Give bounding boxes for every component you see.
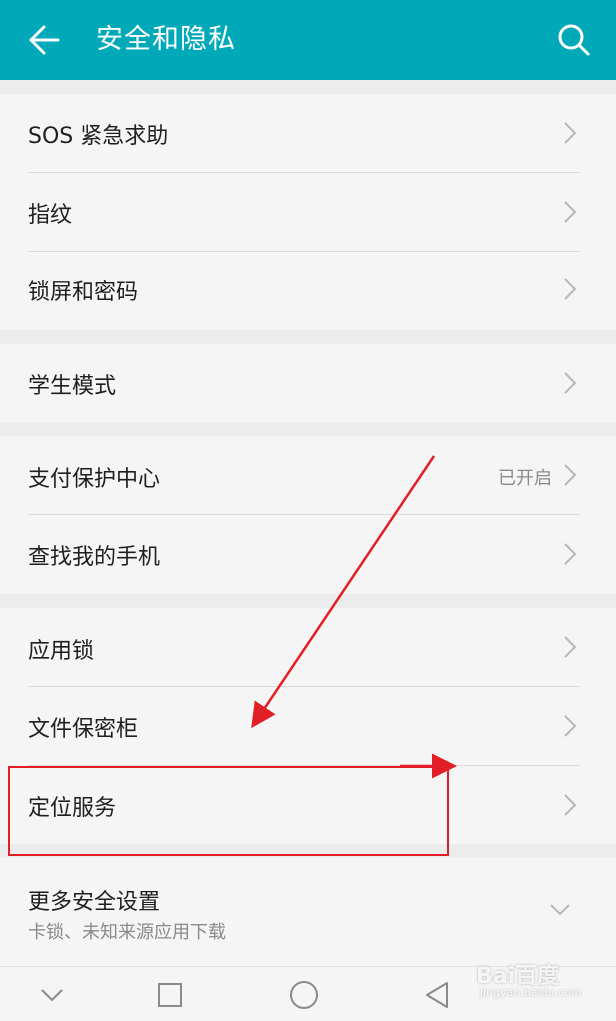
list-item-app-lock[interactable]: 应用锁	[0, 608, 616, 686]
item-label: 更多安全设置	[28, 890, 161, 915]
settings-group-privacy: 应用锁 文件保密柜 定位服务	[0, 608, 616, 844]
chevron-down-icon	[550, 904, 570, 916]
item-label: 文件保密柜	[28, 717, 139, 742]
square-icon	[158, 983, 182, 1007]
system-nav-bar	[0, 966, 616, 1021]
settings-group-student: 学生模式	[0, 344, 616, 422]
circle-icon	[290, 981, 318, 1009]
list-item-more-security[interactable]: 更多安全设置 卡锁、未知来源应用下载	[0, 858, 616, 966]
search-icon	[558, 24, 590, 56]
list-item-payment-protection[interactable]: 支付保护中心 已开启	[0, 436, 616, 514]
chevron-down-icon	[41, 989, 63, 1002]
list-item-location-service[interactable]: 定位服务	[0, 766, 616, 844]
back-button[interactable]	[24, 20, 68, 60]
chevron-right-icon	[564, 543, 577, 565]
list-item-fingerprint[interactable]: 指纹	[0, 173, 616, 251]
list-item-find-phone[interactable]: 查找我的手机	[0, 515, 616, 593]
list-item-sos[interactable]: SOS 紧急求助	[0, 94, 616, 172]
nav-home-button[interactable]	[284, 977, 324, 1013]
list-item-lockscreen[interactable]: 锁屏和密码	[0, 252, 616, 330]
chevron-right-icon	[564, 278, 577, 300]
item-label: SOS 紧急求助	[28, 124, 169, 149]
item-label: 应用锁	[28, 639, 95, 664]
nav-hide-button[interactable]	[32, 977, 72, 1013]
item-label: 指纹	[28, 203, 73, 228]
list-item-student-mode[interactable]: 学生模式	[0, 344, 616, 422]
app-bar: 安全和隐私	[0, 0, 616, 80]
chevron-right-icon	[564, 122, 577, 144]
arrow-left-icon	[29, 25, 60, 55]
page-title: 安全和隐私	[96, 24, 236, 55]
search-button[interactable]	[552, 18, 596, 62]
status-value: 已开启	[498, 468, 552, 489]
chevron-right-icon	[564, 201, 577, 223]
nav-back-button[interactable]	[418, 977, 458, 1013]
chevron-right-icon	[564, 715, 577, 737]
nav-recents-button[interactable]	[150, 977, 190, 1013]
item-label: 查找我的手机	[28, 545, 161, 570]
item-label: 定位服务	[28, 796, 117, 821]
chevron-right-icon	[564, 636, 577, 658]
settings-group-security: SOS 紧急求助 指纹 锁屏和密码	[0, 94, 616, 330]
item-label: 支付保护中心	[28, 467, 161, 492]
item-label: 学生模式	[28, 374, 117, 399]
chevron-right-icon	[564, 794, 577, 816]
chevron-right-icon	[564, 372, 577, 394]
item-label: 锁屏和密码	[28, 280, 139, 305]
item-subtitle: 卡锁、未知来源应用下载	[28, 922, 226, 943]
triangle-left-icon	[426, 982, 448, 1008]
list-item-file-safe[interactable]: 文件保密柜	[0, 687, 616, 765]
settings-group-more: 更多安全设置 卡锁、未知来源应用下载	[0, 858, 616, 966]
chevron-right-icon	[564, 464, 577, 486]
settings-group-payment: 支付保护中心 已开启 查找我的手机	[0, 436, 616, 594]
